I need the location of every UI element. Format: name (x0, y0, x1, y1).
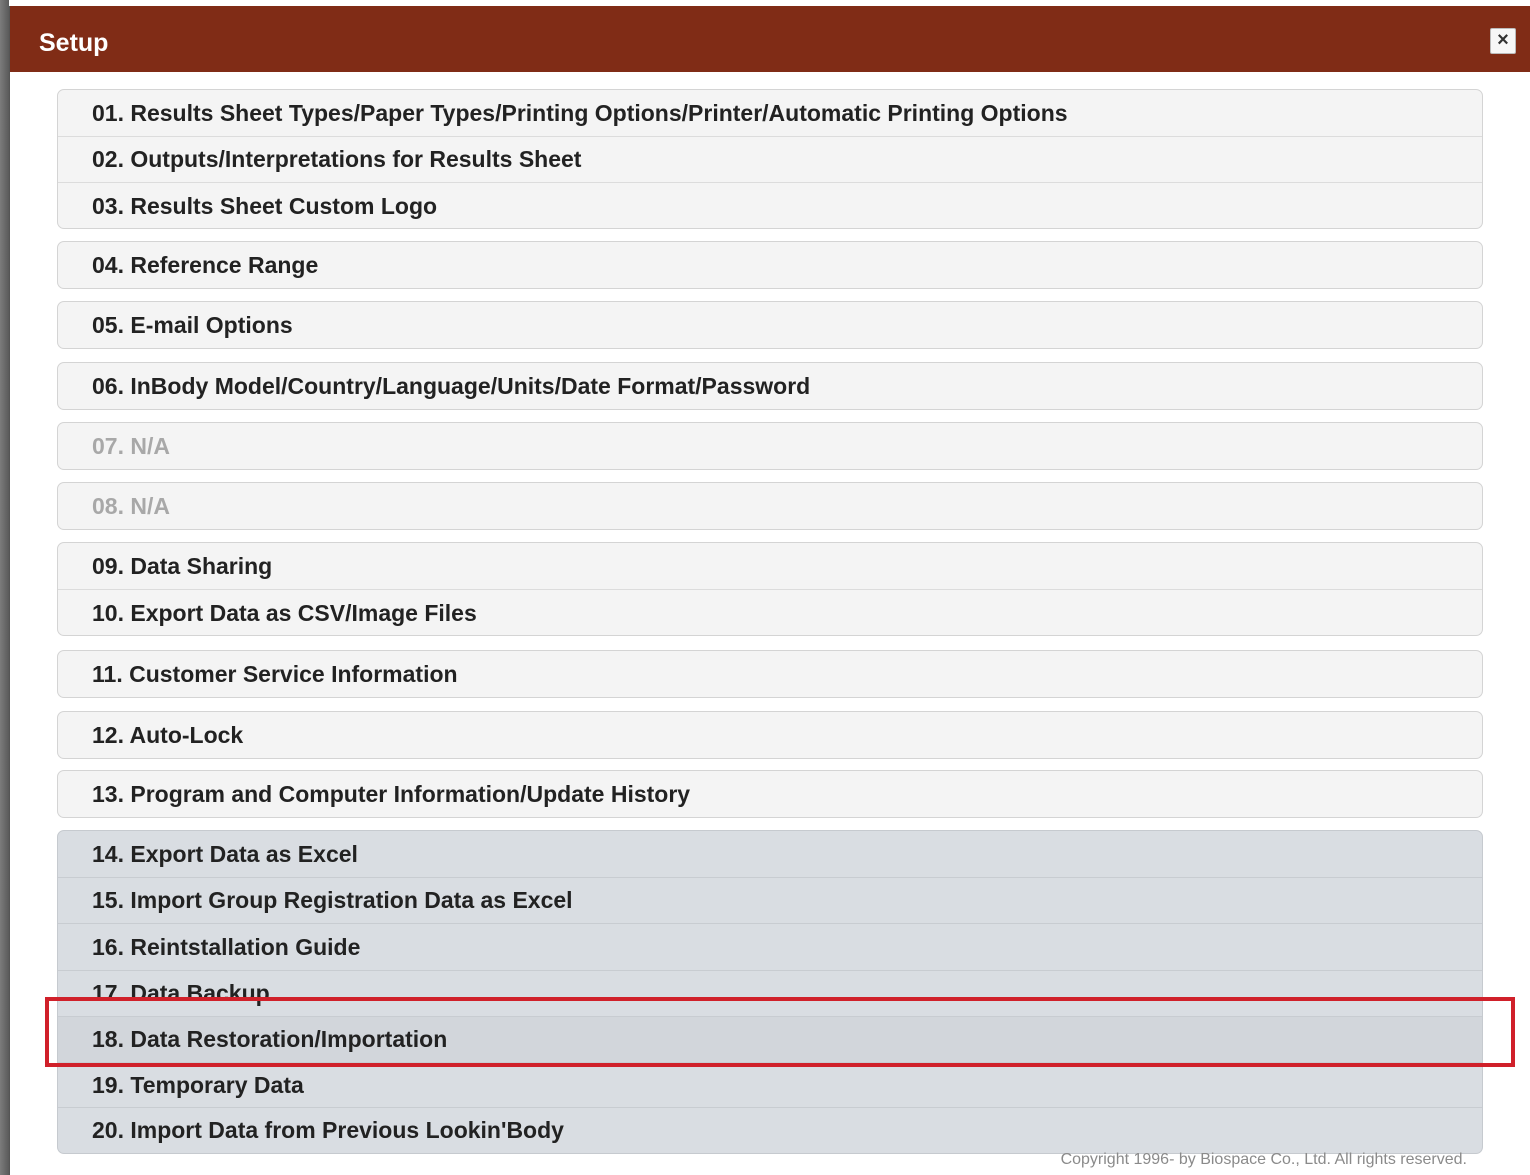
menu-item-19[interactable]: 19. Temporary Data (58, 1063, 1482, 1108)
menu-item-label: 15. Import Group Registration Data as Ex… (92, 887, 573, 913)
menu-item-label: 04. Reference Range (92, 251, 319, 278)
menu-item-15[interactable]: 15. Import Group Registration Data as Ex… (58, 878, 1482, 924)
menu-group-customer-service: 11. Customer Service Information (57, 650, 1483, 698)
menu-item-13[interactable]: 13. Program and Computer Information/Upd… (58, 771, 1482, 817)
menu-group-auto-lock: 12. Auto-Lock (57, 711, 1483, 759)
menu-item-label: 03. Results Sheet Custom Logo (92, 192, 438, 219)
background-window-edge (0, 0, 9, 1175)
close-button[interactable]: × (1490, 28, 1516, 54)
menu-item-label: 12. Auto-Lock (92, 721, 244, 748)
dialog-title: Setup (39, 29, 109, 57)
menu-group-reference-range: 04. Reference Range (57, 241, 1483, 289)
menu-item-label: 17. Data Backup (92, 980, 270, 1006)
menu-item-04[interactable]: 04. Reference Range (58, 242, 1482, 288)
menu-item-08: 08. N/A (58, 483, 1482, 529)
menu-group-inbody-model: 06. InBody Model/Country/Language/Units/… (57, 362, 1483, 410)
menu-item-label: 01. Results Sheet Types/Paper Types/Prin… (92, 99, 1068, 126)
menu-item-16[interactable]: 16. Reintstallation Guide (58, 924, 1482, 971)
menu-item-20[interactable]: 20. Import Data from Previous Lookin'Bod… (58, 1108, 1482, 1153)
menu-item-label: 18. Data Restoration/Importation (92, 1026, 448, 1052)
menu-item-07: 07. N/A (58, 423, 1482, 469)
menu-item-label: 11. Customer Service Information (92, 660, 458, 687)
menu-item-label: 13. Program and Computer Information/Upd… (92, 780, 691, 807)
menu-item-10[interactable]: 10. Export Data as CSV/Image Files (58, 590, 1482, 635)
menu-item-05[interactable]: 05. E-mail Options (58, 302, 1482, 348)
menu-item-03[interactable]: 03. Results Sheet Custom Logo (58, 183, 1482, 228)
menu-item-label: 07. N/A (92, 432, 170, 459)
dialog-titlebar: Setup × (10, 6, 1530, 72)
menu-group-email: 05. E-mail Options (57, 301, 1483, 349)
menu-group-results-sheet: 01. Results Sheet Types/Paper Types/Prin… (57, 89, 1483, 229)
menu-item-label: 20. Import Data from Previous Lookin'Bod… (92, 1117, 564, 1143)
menu-item-label: 06. InBody Model/Country/Language/Units/… (92, 372, 811, 399)
menu-group-program-info: 13. Program and Computer Information/Upd… (57, 770, 1483, 818)
menu-item-12[interactable]: 12. Auto-Lock (58, 712, 1482, 758)
menu-item-label: 16. Reintstallation Guide (92, 933, 361, 960)
menu-item-18[interactable]: 18. Data Restoration/Importation (58, 1017, 1482, 1063)
menu-item-label: 10. Export Data as CSV/Image Files (92, 599, 477, 626)
menu-group-08: 08. N/A (57, 482, 1483, 530)
menu-item-label: 05. E-mail Options (92, 311, 293, 338)
menu-item-09[interactable]: 09. Data Sharing (58, 543, 1482, 590)
copyright-text: Copyright 1996- by Biospace Co., Ltd. Al… (1060, 1151, 1467, 1168)
menu-group-07: 07. N/A (57, 422, 1483, 470)
menu-item-label: 02. Outputs/Interpretations for Results … (92, 146, 582, 172)
menu-item-01[interactable]: 01. Results Sheet Types/Paper Types/Prin… (58, 90, 1482, 137)
menu-item-label: 09. Data Sharing (92, 552, 273, 579)
menu-item-14[interactable]: 14. Export Data as Excel (58, 831, 1482, 878)
menu-item-label: 19. Temporary Data (92, 1071, 304, 1098)
menu-item-label: 08. N/A (92, 492, 170, 519)
menu-item-17[interactable]: 17. Data Backup (58, 971, 1482, 1017)
menu-item-02[interactable]: 02. Outputs/Interpretations for Results … (58, 137, 1482, 183)
close-icon: × (1497, 29, 1509, 51)
menu-item-11[interactable]: 11. Customer Service Information (58, 651, 1482, 697)
menu-item-label: 14. Export Data as Excel (92, 840, 358, 867)
menu-group-data-sharing: 09. Data Sharing 10. Export Data as CSV/… (57, 542, 1483, 636)
menu-item-06[interactable]: 06. InBody Model/Country/Language/Units/… (58, 363, 1482, 409)
menu-group-data-management: 14. Export Data as Excel 15. Import Grou… (57, 830, 1483, 1154)
